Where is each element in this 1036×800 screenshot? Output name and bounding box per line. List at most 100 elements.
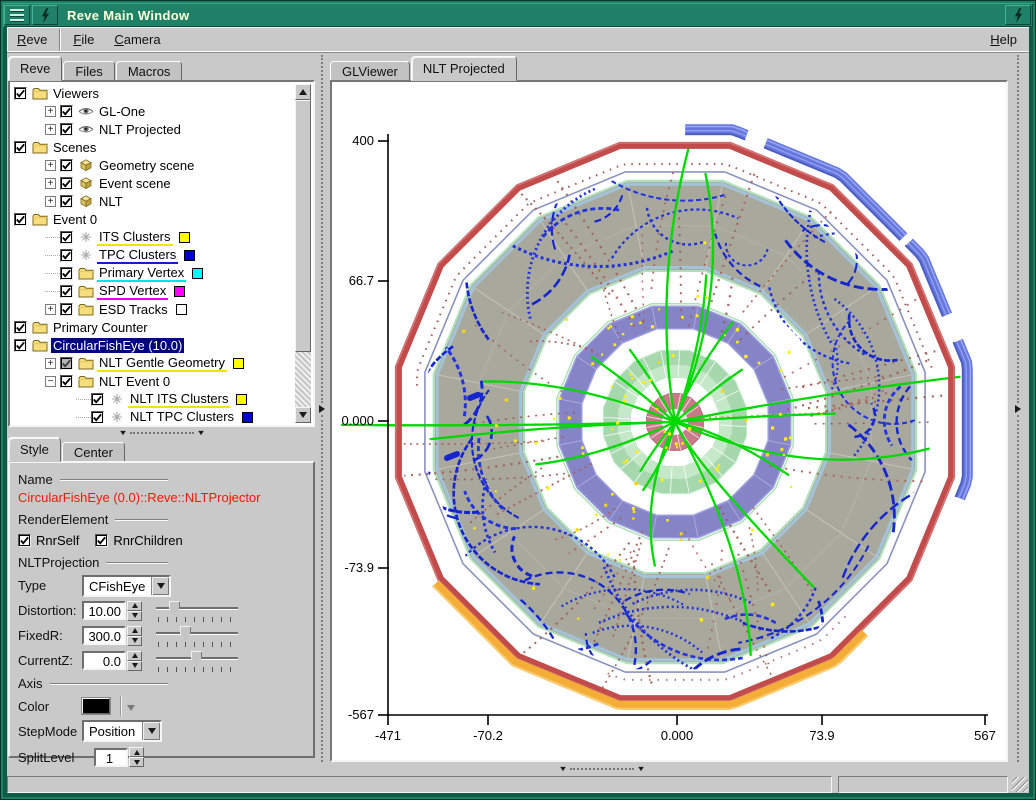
value-entry[interactable]: 0.0 [82, 651, 126, 670]
tree-item-geometry-scene[interactable]: +Geometry scene [12, 156, 295, 174]
spin-up-button[interactable] [127, 651, 142, 661]
style-tab-center[interactable]: Center [62, 442, 125, 462]
tree-item-its-clusters[interactable]: ITS Clusters [12, 228, 295, 246]
tree-label[interactable]: SPD Vertex [97, 283, 168, 300]
value-slider[interactable] [156, 649, 238, 673]
splitlevel-spinner[interactable] [129, 747, 144, 767]
slider-thumb[interactable] [191, 651, 202, 665]
tree-item-spd-vertex[interactable]: SPD Vertex [12, 282, 295, 300]
checkbox-circularfisheye-10-0[interactable] [14, 339, 27, 352]
tree-item-tpc-clusters[interactable]: TPC Clusters [12, 246, 295, 264]
tree-item-nlt-its-clusters[interactable]: NLT ITS Clusters [12, 390, 295, 408]
value-spinner[interactable] [127, 626, 142, 646]
rnrself-checkbox[interactable] [18, 534, 31, 547]
axis-color-swatch[interactable] [82, 698, 110, 714]
checkbox-nlt-projected[interactable] [60, 123, 73, 136]
tree-item-event-0[interactable]: Event 0 [12, 210, 295, 228]
value-spinner[interactable] [127, 651, 142, 671]
viewer-tab-nlt-projected[interactable]: NLT Projected [411, 56, 517, 81]
viewer-bottom-splitter[interactable] [537, 763, 667, 775]
window-menu-button[interactable] [4, 5, 30, 25]
value-entry[interactable]: 10.00 [82, 601, 126, 620]
resize-grip[interactable] [1012, 777, 1028, 792]
spin-down-button[interactable] [129, 757, 144, 767]
checkbox-primary-counter[interactable] [14, 321, 27, 334]
spin-down-button[interactable] [127, 661, 142, 671]
value-slider[interactable] [156, 599, 238, 623]
sidebar-tab-reve[interactable]: Reve [8, 56, 62, 81]
color-square[interactable] [174, 286, 185, 297]
checkbox-gl-one[interactable] [60, 105, 73, 118]
color-square[interactable] [233, 358, 244, 369]
tree-label[interactable]: Event scene [97, 176, 173, 191]
color-square[interactable] [192, 268, 203, 279]
tree-item-event-scene[interactable]: + Event scene [12, 174, 295, 192]
rnrchildren-checkbox[interactable] [95, 534, 108, 547]
tree-label[interactable]: ESD Tracks [97, 302, 170, 317]
scroll-thumb[interactable] [295, 100, 311, 352]
color-dropdown-arrow[interactable] [127, 699, 135, 714]
tree-label[interactable]: NLT TPC Clusters [128, 409, 236, 424]
tree-item-viewers[interactable]: Viewers [12, 84, 295, 102]
checkbox-nlt-tpc-clusters[interactable] [91, 411, 104, 424]
checkbox-tpc-clusters[interactable] [60, 249, 73, 262]
sidebar-tab-files[interactable]: Files [63, 61, 114, 81]
tree-item-nlt-tpc-clusters[interactable]: NLT TPC Clusters [12, 408, 295, 423]
expand-icon[interactable]: + [45, 124, 56, 135]
chevron-down-icon[interactable] [142, 722, 160, 740]
spin-up-button[interactable] [127, 626, 142, 636]
checkbox-its-clusters[interactable] [60, 231, 73, 244]
value-spinner[interactable] [127, 601, 142, 621]
tree-item-nlt-gentle-geometry[interactable]: + NLT Gentle Geometry [12, 354, 295, 372]
tree-item-nlt-event-0[interactable]: − NLT Event 0 [12, 372, 295, 390]
tree-label[interactable]: NLT Event 0 [97, 374, 172, 389]
style-tab-style[interactable]: Style [8, 437, 61, 462]
tree-item-scenes[interactable]: Scenes [12, 138, 295, 156]
event-display-canvas[interactable]: 40066.70.000-73.9-567-471-70.20.00073.95… [330, 80, 1008, 762]
tree-item-esd-tracks[interactable]: + ESD Tracks [12, 300, 295, 318]
expand-icon[interactable]: + [45, 304, 56, 315]
checkbox-event-scene[interactable] [60, 177, 73, 190]
tree-label[interactable]: Viewers [51, 86, 101, 101]
window-icon-button[interactable] [32, 5, 58, 25]
panel-splitter[interactable] [316, 55, 328, 762]
checkbox-primary-vertex[interactable] [60, 267, 73, 280]
tree-item-nlt-projected[interactable]: +NLT Projected [12, 120, 295, 138]
color-square[interactable] [176, 304, 187, 315]
value-entry[interactable]: 300.0 [82, 626, 126, 645]
sidebar-tab-macros[interactable]: Macros [116, 61, 183, 81]
tree-item-circularfisheye-10-0[interactable]: CircularFishEye (10.0) [12, 336, 295, 354]
expand-icon[interactable]: + [45, 358, 56, 369]
tree-label[interactable]: Scenes [51, 140, 98, 155]
type-combobox[interactable]: CFishEye [82, 575, 171, 597]
checkbox-scenes[interactable] [14, 141, 27, 154]
expand-icon[interactable]: + [45, 178, 56, 189]
checkbox-event-0[interactable] [14, 213, 27, 226]
tree-label[interactable]: GL-One [97, 104, 147, 119]
tree-label[interactable]: NLT Gentle Geometry [97, 355, 227, 372]
tree-label[interactable]: NLT ITS Clusters [128, 391, 230, 408]
menu-camera[interactable]: Camera [104, 29, 170, 50]
checkbox-esd-tracks[interactable] [60, 303, 73, 316]
spin-up-button[interactable] [127, 601, 142, 611]
splitlevel-entry[interactable]: 1 [94, 748, 128, 767]
tree-item-primary-vertex[interactable]: Primary Vertex [12, 264, 295, 282]
expand-icon[interactable]: + [45, 106, 56, 117]
color-square[interactable] [236, 394, 247, 405]
collapse-icon[interactable]: − [45, 376, 56, 387]
titlebar[interactable]: Reve Main Window [3, 3, 1033, 27]
tree-scrollbar[interactable] [295, 84, 311, 423]
viewer-tab-glviewer[interactable]: GLViewer [330, 61, 410, 81]
spin-down-button[interactable] [127, 611, 142, 621]
tree-label[interactable]: Geometry scene [97, 158, 196, 173]
tree-label[interactable]: NLT [97, 194, 125, 209]
stepmode-combobox[interactable]: Position [82, 720, 162, 742]
spin-down-button[interactable] [127, 636, 142, 646]
scroll-track[interactable] [295, 352, 311, 411]
tree-item-primary-counter[interactable]: Primary Counter [12, 318, 295, 336]
checkbox-spd-vertex[interactable] [60, 285, 73, 298]
checkbox-viewers[interactable] [14, 87, 27, 100]
value-slider[interactable] [156, 624, 238, 648]
right-dock-splitter[interactable] [1012, 55, 1024, 762]
color-square[interactable] [242, 412, 253, 423]
